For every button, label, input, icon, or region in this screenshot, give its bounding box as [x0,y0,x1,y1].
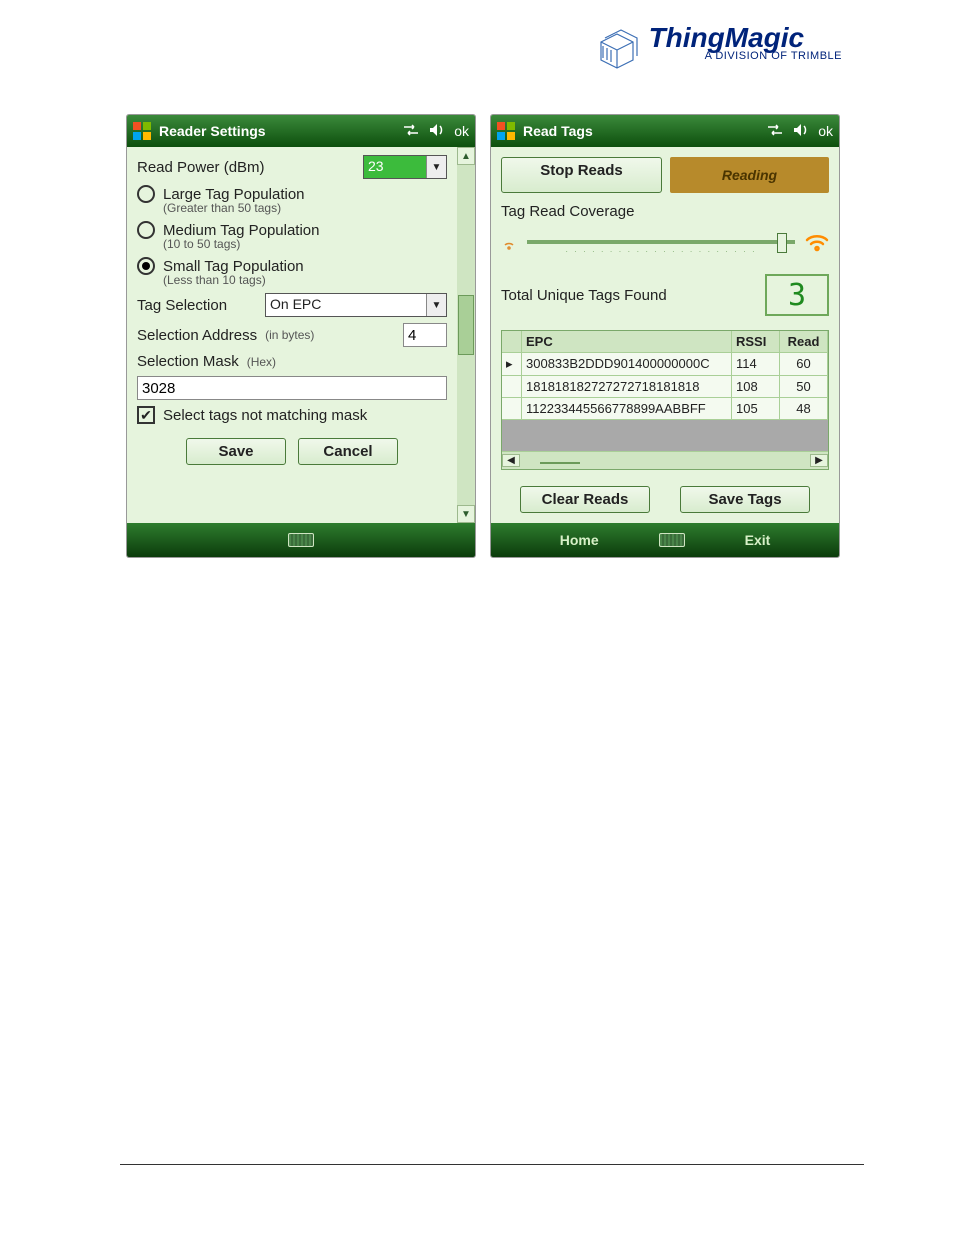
coverage-label: Tag Read Coverage [497,199,833,220]
radio-icon [137,257,155,275]
col-read[interactable]: Read [780,331,828,353]
selection-address-input[interactable] [403,323,447,347]
logo-name: ThingMagic [649,24,842,52]
radio-icon [137,221,155,239]
chevron-down-icon[interactable]: ▼ [426,156,446,178]
read-power-value: 23 [364,156,426,178]
selection-address-label: Selection Address [137,327,257,344]
save-tags-button[interactable]: Save Tags [680,486,810,513]
cancel-button[interactable]: Cancel [298,438,398,465]
volume-icon[interactable] [428,121,446,142]
scroll-up-icon[interactable]: ▲ [457,147,475,165]
keyboard-icon[interactable] [288,533,314,547]
horizontal-scrollbar[interactable]: ◀ ▶ [502,451,828,469]
slider-thumb[interactable] [777,233,787,253]
tags-table: EPC RSSI Read ▸ 300833B2DDD901400000000C… [501,330,829,470]
scroll-thumb[interactable] [540,462,580,464]
col-rssi[interactable]: RSSI [732,331,780,353]
bottom-bar: Home Exit [491,523,839,557]
wifi-weak-icon [501,237,517,254]
window-title: Reader Settings [159,123,266,139]
coverage-slider[interactable]: · · · · · · · · · · · · · · · · · · · · … [527,233,795,257]
bottom-bar [127,523,475,557]
logo-cube-icon [593,24,643,74]
clear-reads-button[interactable]: Clear Reads [520,486,650,513]
total-tags-count: 3 [765,274,829,316]
titlebar: Read Tags ok [491,115,839,147]
windows-logo-icon [133,122,151,140]
not-matching-checkbox-row[interactable]: ✔ Select tags not matching mask [137,406,447,424]
scroll-right-icon[interactable]: ▶ [810,454,828,467]
scroll-down-icon[interactable]: ▼ [457,505,475,523]
col-epc[interactable]: EPC [522,331,732,353]
windows-logo-icon [497,122,515,140]
brand-logo: ThingMagic A DIVISION OF TRIMBLE [593,24,842,74]
selection-mask-label: Selection Mask [137,353,239,370]
tag-selection-label: Tag Selection [137,297,257,314]
keyboard-icon[interactable] [659,533,685,547]
scroll-thumb[interactable] [458,295,474,355]
vertical-scrollbar[interactable]: ▲ ▼ [457,147,475,523]
read-power-label: Read Power (dBm) [137,159,265,176]
tag-selection-value: On EPC [266,294,426,316]
table-header: EPC RSSI Read [502,331,828,353]
table-row[interactable]: 181818182727272718181818 108 50 [502,376,828,398]
window-title: Read Tags [523,123,593,139]
row-indicator-icon: ▸ [502,353,522,376]
save-button[interactable]: Save [186,438,286,465]
selection-mask-input[interactable] [137,376,447,400]
titlebar: Reader Settings ok [127,115,475,147]
exit-button[interactable]: Exit [745,532,771,548]
table-row[interactable]: ▸ 300833B2DDD901400000000C 114 60 [502,353,828,376]
home-button[interactable]: Home [560,532,599,548]
reading-status: Reading [670,157,829,193]
reader-settings-window: Reader Settings ok Read Power (dBm) 23 ▼ [126,114,476,558]
scroll-left-icon[interactable]: ◀ [502,454,520,467]
ok-button[interactable]: ok [454,123,469,139]
radio-icon [137,185,155,203]
total-tags-label: Total Unique Tags Found [501,287,667,304]
checkbox-icon: ✔ [137,406,155,424]
page-divider [120,1164,864,1165]
connectivity-icon[interactable] [766,121,784,142]
stop-reads-button[interactable]: Stop Reads [501,157,662,193]
ok-button[interactable]: ok [818,123,833,139]
read-power-dropdown[interactable]: 23 ▼ [363,155,447,179]
read-tags-window: Read Tags ok Stop Reads Reading Tag Read… [490,114,840,558]
logo-subtitle: A DIVISION OF TRIMBLE [705,50,842,62]
tag-selection-dropdown[interactable]: On EPC ▼ [265,293,447,317]
wifi-strong-icon [805,232,829,258]
table-row[interactable]: 112233445566778899AABBFF 105 48 [502,398,828,420]
volume-icon[interactable] [792,121,810,142]
chevron-down-icon[interactable]: ▼ [426,294,446,316]
connectivity-icon[interactable] [402,121,420,142]
